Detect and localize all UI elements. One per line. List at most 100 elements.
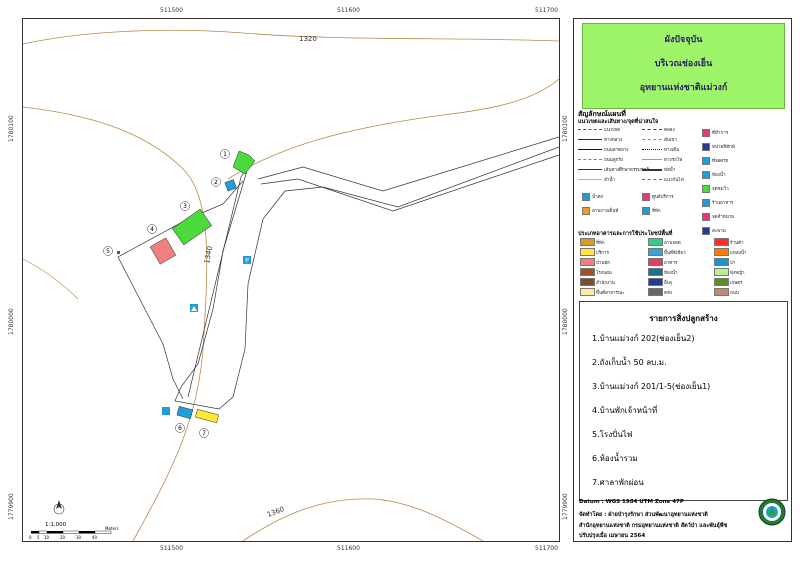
- legend-subheading: แนวเขตและเส้นทาง/จุดที่น่าสนใจ: [578, 119, 659, 125]
- scale-tick: 10: [44, 535, 50, 540]
- landuse-label: อื่นๆ: [664, 281, 673, 286]
- map-canvas: 1 2 3 4 5 6 7 P 1320 1340 1360 1:1,000 0…: [23, 29, 559, 541]
- building-item: 4.บ้านพักเจ้าหน้าที่: [592, 406, 658, 415]
- landuse-label: พื้นที่สาธารณะ: [596, 291, 625, 296]
- legend-label: ถนนลาดยาง: [604, 148, 629, 153]
- datum-text: Datum : WGS 1984 UTM Zone 47P: [579, 499, 684, 505]
- legend-label: แนวกันไฟ: [664, 178, 684, 183]
- map-frame[interactable]: 1 2 3 4 5 6 7 P 1320 1340 1360 1:1,000 0…: [22, 18, 560, 542]
- legend-label: ทางเดิน: [664, 148, 680, 153]
- service-center-icon: [642, 193, 650, 201]
- landuse-label: บ้านพัก: [596, 261, 611, 266]
- x-tick-label: 511600: [337, 7, 360, 14]
- office-icon: [702, 129, 710, 137]
- parking-legend-icon: [702, 157, 710, 165]
- restroom-legend-icon: [702, 171, 710, 179]
- legend-label: ศูนย์บริการ: [652, 195, 674, 200]
- boundary-line: [117, 180, 244, 400]
- legend-label: ห้องน้ำ: [712, 173, 726, 178]
- title-box: ผังปัจจุบัน บริเวณช่องเย็น อุทยานแห่งชาต…: [582, 23, 785, 109]
- scale-tick: 20: [60, 535, 66, 540]
- legend-panel: ผังปัจจุบัน บริเวณช่องเย็น อุทยานแห่งชาต…: [573, 18, 792, 542]
- legend-label: น้ำตก: [592, 195, 604, 200]
- building-1: [232, 150, 256, 175]
- ranger-icon: [702, 143, 710, 151]
- map-marker: 1 2 3 4 5 6 7: [103, 149, 230, 438]
- scale-tick: 5: [37, 535, 40, 540]
- x-tick-label: 511700: [535, 7, 558, 14]
- contour-line: [23, 29, 559, 45]
- landuse-label: ห้องน้ำ: [664, 271, 678, 276]
- landuse-label: เกษตร: [730, 281, 743, 286]
- waterfall-icon: [582, 193, 590, 201]
- restaurant-icon: [702, 199, 710, 207]
- building-6: [176, 406, 194, 419]
- marker-label: 1: [223, 151, 227, 158]
- boundary-line: [187, 163, 250, 398]
- map-park-name: อุทยานแห่งชาติแม่วงก์: [639, 83, 728, 93]
- building-item: 6.ห้องน้ำรวม: [592, 454, 638, 463]
- y-tick-label: 1780000: [8, 308, 15, 335]
- scale-bar: 0 5 10 20 30 40 Meters: [29, 526, 119, 540]
- marker-label: 4: [150, 226, 154, 233]
- legend-label: ทางหลวง: [604, 138, 623, 143]
- building-2: [224, 179, 237, 192]
- map-title: ผังปัจจุบัน: [664, 35, 703, 45]
- building-item: 5.โรงปั่นไฟ: [592, 430, 633, 439]
- contour-label: 1320: [299, 35, 317, 43]
- restroom-icon: [162, 407, 170, 415]
- y-tick-label: 1779900: [8, 493, 15, 520]
- landuse-label: ป่า: [730, 261, 736, 266]
- contour-line: [242, 498, 484, 541]
- scale-tick: 0: [29, 535, 32, 540]
- contour-label: 1360: [266, 505, 285, 519]
- building-item: 7.ศาลาพักผ่อน: [592, 478, 644, 487]
- building-item: 3.บ้านแม่วงก์ 201/1-5(ช่องเย็น1): [592, 382, 711, 391]
- building-list-title: รายการสิ่งปลูกสร้าง: [649, 314, 718, 323]
- landuse-label: ถนน: [730, 291, 739, 296]
- landuse-label: อาคาร: [664, 261, 678, 266]
- contour-label: 1340: [203, 245, 214, 264]
- building-4: [149, 237, 177, 265]
- legend-label: ที่ทำการ: [712, 131, 729, 136]
- landuse-label: โรงนอน: [596, 271, 612, 276]
- landuse-label: ทุ่งหญ้า: [730, 271, 745, 276]
- bridge-icon: [702, 227, 710, 235]
- marker-label: 6: [178, 425, 182, 432]
- building-list-box: รายการสิ่งปลูกสร้าง 1.บ้านแม่วงก์ 202(ช่…: [579, 301, 788, 501]
- legend-label: ท่อน้ำ: [664, 168, 676, 173]
- building-item: 1.บ้านแม่วงก์ 202(ช่องเย็น2): [592, 334, 695, 343]
- y-tick-label: 1780100: [562, 115, 569, 142]
- scale-text: 1:1,000: [45, 522, 67, 528]
- x-tick-label: 511700: [535, 545, 558, 552]
- marker-label: 5: [106, 248, 110, 255]
- landuse-label: ร้านค้า: [730, 241, 744, 246]
- building-5: [117, 251, 120, 254]
- legend-label: ถนนลูกรัง: [604, 158, 623, 163]
- contour-line: [23, 106, 208, 541]
- legend-label: ลำน้ำ: [604, 178, 615, 183]
- legend-label: ที่จอดรถ: [712, 159, 729, 164]
- map-subtitle: บริเวณช่องเย็น: [654, 59, 713, 69]
- legend-label: ทางรถไฟ: [664, 158, 683, 163]
- tent-icon: [582, 207, 590, 215]
- x-tick-label: 511600: [337, 545, 360, 552]
- legend-label: ที่พัก: [652, 209, 661, 214]
- y-tick-label: 1780000: [562, 308, 569, 335]
- legend-label: สะพาน: [712, 229, 726, 234]
- svg-text:P: P: [245, 258, 249, 265]
- lodging-icon: [642, 207, 650, 215]
- contour-line: [23, 258, 79, 300]
- north-arrow-icon: [53, 500, 65, 515]
- made-by-text: จัดทำโดย : ฝ่ายบำรุงรักษา ส่วนพัฒนาอุทยา…: [579, 512, 708, 518]
- landuse-heading: ประเภทอาคารและการใช้ประโยชน์พื้นที่: [578, 231, 673, 237]
- contour-line: [227, 78, 559, 180]
- landuse-label: ที่พัก: [596, 241, 605, 246]
- y-tick-label: 1780100: [8, 115, 15, 142]
- building-7: [195, 408, 219, 424]
- legend-label: แนวเขต: [604, 128, 621, 133]
- landuse-label: บริการ: [596, 251, 609, 256]
- y-tick-label: 1779900: [562, 493, 569, 520]
- landuse-label: พื้นที่สีเขียว: [664, 251, 686, 256]
- office-text: สำนักอุทยานแห่งชาติ กรมอุทยานแห่งชาติ สั…: [579, 523, 728, 529]
